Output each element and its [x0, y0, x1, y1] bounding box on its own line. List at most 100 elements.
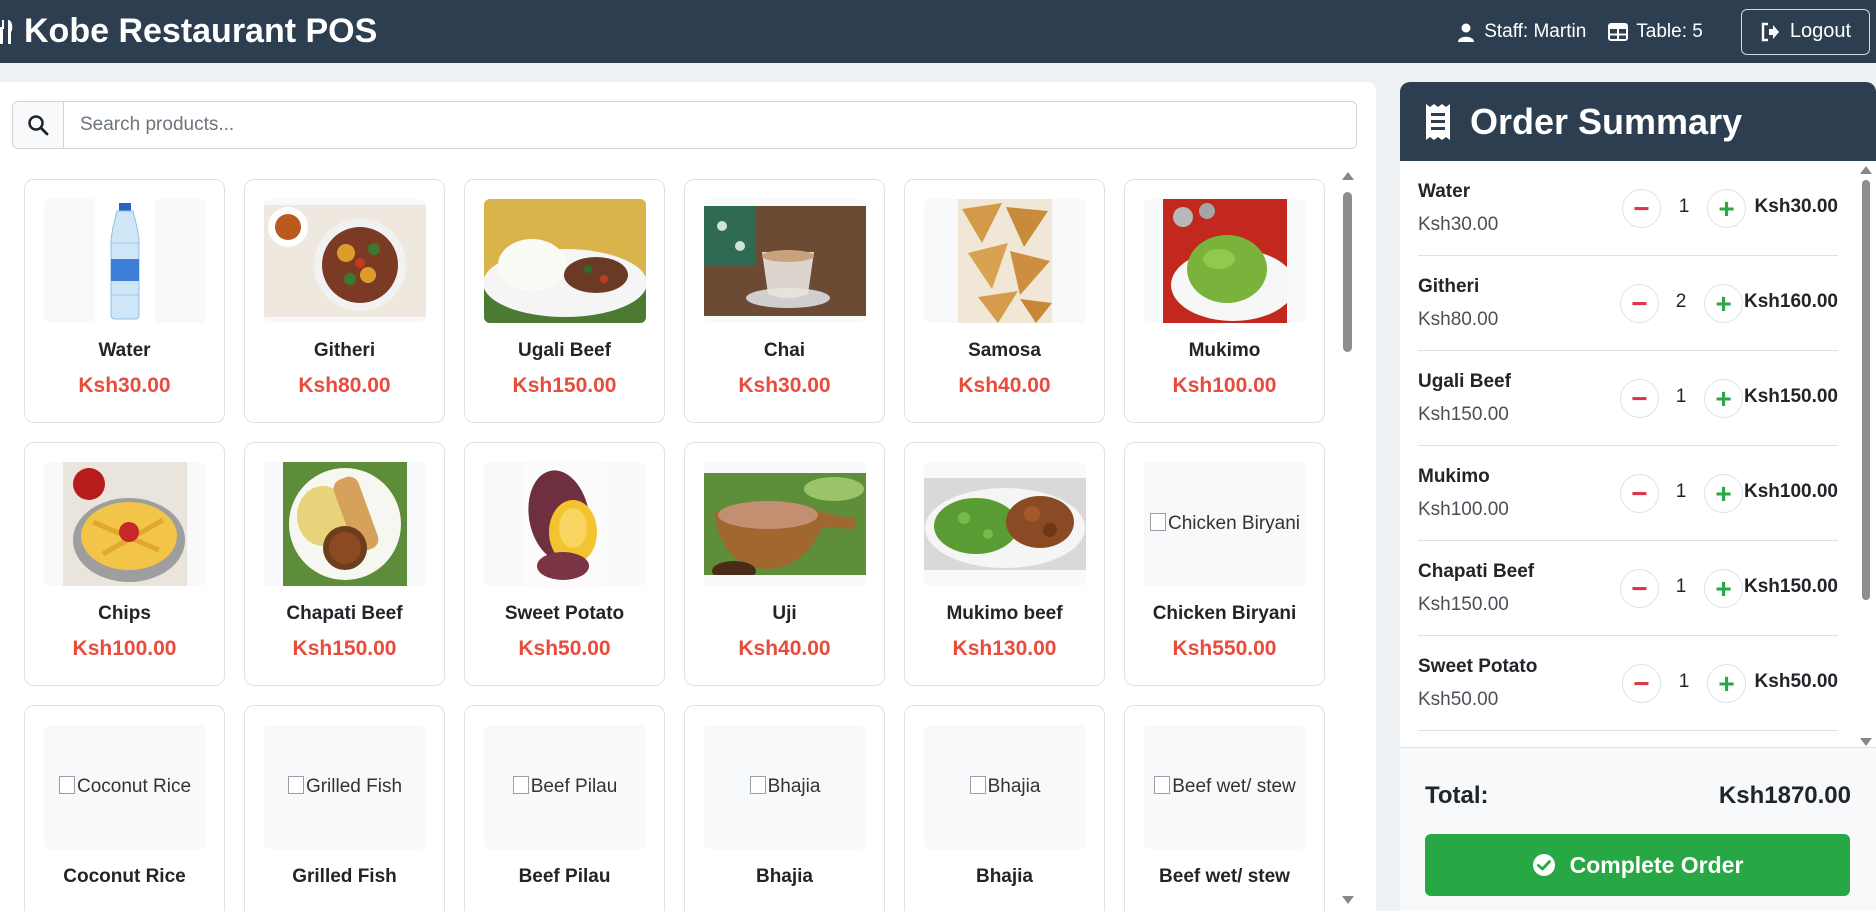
decrease-qty-button[interactable]: − [1620, 569, 1659, 608]
product-name: Beef Pilau [518, 866, 611, 887]
decrease-qty-button[interactable]: − [1622, 664, 1661, 703]
product-image-placeholder: Coconut Rice [44, 725, 206, 849]
app-title: Kobe Restaurant POS [24, 12, 378, 50]
product-card[interactable]: Githeri Ksh80.00 [244, 179, 445, 423]
increase-qty-button[interactable]: + [1704, 284, 1743, 323]
product-card[interactable]: Samosa Ksh40.00 [904, 179, 1105, 423]
product-name: Githeri [313, 340, 376, 361]
product-image [1144, 199, 1306, 323]
product-price: Ksh30.00 [738, 374, 831, 397]
product-card[interactable]: Bhajia Bhajia [904, 705, 1105, 911]
decrease-qty-button[interactable]: − [1620, 284, 1659, 323]
increase-qty-button[interactable]: + [1707, 189, 1746, 228]
broken-image-alt: Beef wet/ stew [1154, 776, 1296, 798]
product-scrollbar[interactable] [1340, 172, 1354, 904]
total-value: Ksh1870.00 [1718, 782, 1851, 809]
product-image-placeholder: Bhajia [704, 725, 866, 849]
order-item: Sweet Potato Ksh50.00 − 1 + Ksh50.00 [1418, 636, 1838, 731]
product-image-placeholder: Beef Pilau [484, 725, 646, 849]
product-name: Bhajia [755, 866, 814, 887]
product-name: Water [98, 340, 151, 361]
scroll-up-arrow[interactable] [1860, 166, 1872, 174]
scroll-down-arrow[interactable] [1860, 738, 1872, 746]
product-name: Beef wet/ stew [1159, 866, 1290, 887]
product-image-placeholder: Grilled Fish [264, 725, 426, 849]
complete-order-button[interactable]: Complete Order [1425, 834, 1850, 896]
product-image [924, 199, 1086, 323]
product-card[interactable]: Beef Pilau Beef Pilau [464, 705, 665, 911]
order-item: Mukimo Ksh100.00 − 1 + Ksh100.00 [1418, 446, 1838, 541]
order-item-name: Chapati Beef [1418, 561, 1535, 582]
product-image [264, 462, 426, 586]
scroll-thumb[interactable] [1343, 192, 1352, 352]
search-button[interactable] [13, 102, 64, 148]
broken-image-alt: Beef Pilau [513, 776, 618, 798]
product-name: Grilled Fish [292, 866, 397, 887]
uji-image [704, 473, 866, 575]
product-price: Ksh130.00 [952, 637, 1057, 660]
product-name: Chai [763, 340, 806, 361]
order-item-name: Mukimo [1418, 466, 1490, 487]
product-card[interactable]: Chips Ksh100.00 [24, 442, 225, 686]
table-icon [1608, 22, 1629, 41]
order-item-name: Water [1418, 181, 1471, 202]
product-name: Mukimo [1188, 340, 1261, 361]
order-item-unit-price: Ksh50.00 [1418, 689, 1499, 710]
increase-qty-button[interactable]: + [1704, 474, 1743, 513]
increase-qty-button[interactable]: + [1704, 379, 1743, 418]
increase-qty-button[interactable]: + [1704, 569, 1743, 608]
product-card[interactable]: Chicken Biryani Chicken Biryani Ksh550.0… [1124, 442, 1325, 686]
products-panel: Water Ksh30.00 Githeri Ksh80.00 [0, 82, 1376, 911]
product-card[interactable]: Mukimo beef Ksh130.00 [904, 442, 1105, 686]
order-footer: Total: Ksh1870.00 Complete Order [1400, 748, 1876, 911]
order-item-name: Githeri [1418, 276, 1480, 297]
order-item-total: Ksh50.00 [1754, 671, 1838, 692]
brand[interactable]: Kobe Restaurant POS [0, 12, 377, 51]
decrease-qty-button[interactable]: − [1620, 474, 1659, 513]
product-card[interactable]: Bhajia Bhajia [684, 705, 885, 911]
utensils-icon [0, 19, 13, 44]
product-card[interactable]: Chapati Beef Ksh150.00 [244, 442, 445, 686]
chapati-beef-image [283, 462, 407, 586]
decrease-qty-button[interactable]: − [1620, 379, 1659, 418]
product-card[interactable]: Uji Ksh40.00 [684, 442, 885, 686]
increase-qty-button[interactable]: + [1707, 664, 1746, 703]
product-card[interactable]: Sweet Potato Ksh50.00 [464, 442, 665, 686]
order-item-name: Ugali Beef [1418, 371, 1511, 392]
logout-button[interactable]: Logout [1740, 8, 1870, 55]
broken-image-alt: Chicken Biryani [1150, 513, 1300, 535]
sweet-potato-image [523, 462, 607, 586]
staff-info: Staff: Martin [1456, 21, 1586, 43]
logout-label: Logout [1789, 20, 1851, 42]
product-price: Ksh80.00 [298, 374, 391, 397]
product-name: Uji [772, 603, 797, 624]
scroll-up-arrow[interactable] [1342, 172, 1354, 180]
product-card[interactable]: Water Ksh30.00 [24, 179, 225, 423]
product-image [704, 199, 866, 323]
product-price: Ksh100.00 [1172, 374, 1277, 397]
product-name: Chips [98, 603, 151, 624]
product-price: Ksh30.00 [78, 374, 171, 397]
scroll-down-arrow[interactable] [1342, 896, 1354, 904]
product-card[interactable]: Mukimo Ksh100.00 [1124, 179, 1325, 423]
search-input[interactable] [64, 102, 1356, 148]
order-header: Order Summary [1400, 82, 1876, 161]
product-card[interactable]: Grilled Fish Grilled Fish [244, 705, 445, 911]
decrease-qty-button[interactable]: − [1622, 189, 1661, 228]
order-item-unit-price: Ksh150.00 [1418, 404, 1509, 425]
chai-image [704, 206, 866, 316]
product-image [924, 462, 1086, 586]
githeri-image [264, 205, 426, 317]
search-icon [28, 115, 49, 136]
product-card[interactable]: Coconut Rice Coconut Rice [24, 705, 225, 911]
product-card[interactable]: Chai Ksh30.00 [684, 179, 885, 423]
scroll-thumb[interactable] [1862, 180, 1870, 600]
product-image [704, 462, 866, 586]
order-scrollbar[interactable] [1860, 166, 1872, 746]
product-card[interactable]: Ugali Beef Ksh150.00 [464, 179, 665, 423]
order-item: Ugali Beef Ksh150.00 − 1 + Ksh150.00 [1418, 351, 1838, 446]
product-image-placeholder: Chicken Biryani [1144, 462, 1306, 586]
water-bottle-image [95, 199, 155, 323]
product-card[interactable]: Beef wet/ stew Beef wet/ stew [1124, 705, 1325, 911]
order-item-name: Sweet Potato [1418, 656, 1538, 677]
